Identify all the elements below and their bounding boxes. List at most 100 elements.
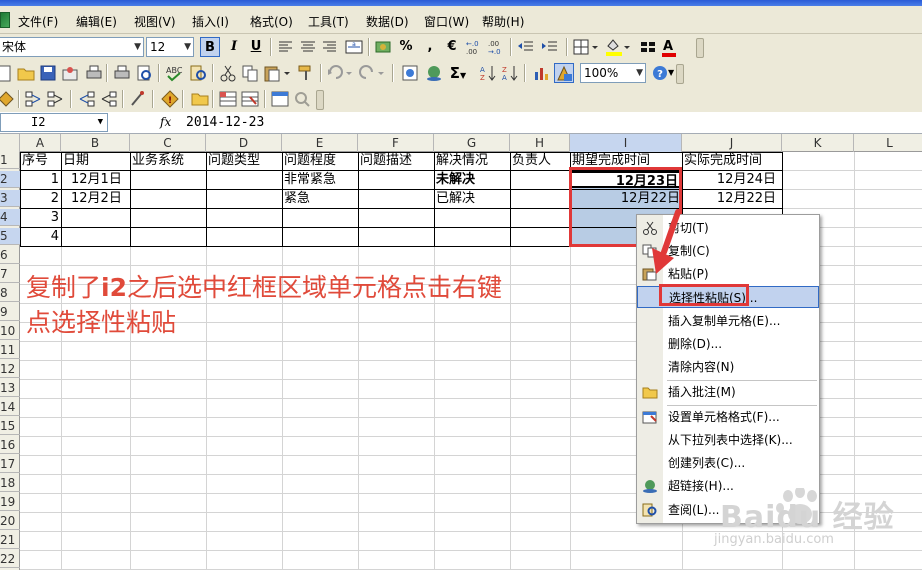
print-preview-icon[interactable] <box>134 63 154 83</box>
format-painter-icon[interactable] <box>296 63 316 83</box>
row-header[interactable]: 5 <box>0 228 20 245</box>
menu-item-pick-from-list[interactable]: 从下拉列表中选择(K)... <box>637 429 819 451</box>
toolbar-options-grip[interactable] <box>696 38 704 58</box>
align-center-icon[interactable] <box>298 37 318 57</box>
header-description[interactable]: 问题描述 <box>358 152 434 169</box>
row-header[interactable]: 7 <box>0 266 20 283</box>
row-header[interactable]: 14 <box>0 399 20 416</box>
toolbar-options-grip[interactable] <box>676 64 684 84</box>
increase-decimal-icon[interactable]: ←.0.00 <box>464 37 484 57</box>
align-left-icon[interactable] <box>276 37 296 57</box>
chevron-down-icon[interactable]: ▼ <box>98 114 103 131</box>
menu-data[interactable]: 数据(D) <box>366 13 409 30</box>
row-header[interactable]: 22 <box>0 551 20 568</box>
print-icon[interactable] <box>112 63 132 83</box>
cell-date[interactable]: 12月2日 <box>61 190 130 207</box>
column-header-h[interactable]: H <box>510 134 570 152</box>
select-all-corner[interactable] <box>0 134 20 152</box>
menu-help[interactable]: 帮助(H) <box>482 13 524 30</box>
font-color-button[interactable]: A <box>660 37 688 57</box>
decrease-decimal-icon[interactable]: .00 →.0 <box>486 37 506 57</box>
globe-icon[interactable] <box>424 63 444 83</box>
paste-icon[interactable] <box>262 63 292 83</box>
fill-color-icon[interactable] <box>604 37 632 57</box>
row-header[interactable]: 6 <box>0 247 20 264</box>
menu-window[interactable]: 窗口(W) <box>424 13 469 30</box>
row-header[interactable]: 4 <box>0 209 20 226</box>
underline-button[interactable]: U <box>246 37 266 57</box>
cell-seq[interactable]: 1 <box>20 171 61 188</box>
trace-precedents-icon[interactable] <box>24 89 44 109</box>
cell-severity[interactable]: 非常紧急 <box>282 171 358 188</box>
merge-center-icon[interactable]: a <box>344 37 364 57</box>
row-header[interactable]: 9 <box>0 304 20 321</box>
shape-icon[interactable] <box>0 89 16 109</box>
menu-format[interactable]: 格式(O) <box>250 13 293 30</box>
menu-file[interactable]: 文件(F) <box>18 13 58 30</box>
column-header-l[interactable]: L <box>854 134 922 152</box>
menu-item-format-cells[interactable]: 设置单元格格式(F)... <box>637 406 819 428</box>
cell-seq[interactable]: 3 <box>20 209 61 226</box>
grid-icon[interactable] <box>638 37 658 57</box>
cell-date[interactable]: 12月1日 <box>61 171 130 188</box>
sort-ascending-icon[interactable]: AZ <box>478 63 498 83</box>
autosum-button[interactable]: Σ▼ <box>446 63 470 83</box>
currency-icon[interactable] <box>374 37 394 57</box>
row-header[interactable]: 20 <box>0 513 20 530</box>
header-owner[interactable]: 负责人 <box>510 152 570 169</box>
permission-icon[interactable] <box>60 63 80 83</box>
header-seq[interactable]: 序号 <box>20 152 61 169</box>
toolbar-options-grip[interactable] <box>316 90 324 110</box>
row-header[interactable]: 2 <box>0 171 20 188</box>
menu-edit[interactable]: 编辑(E) <box>76 13 117 30</box>
circle-invalid-icon[interactable] <box>218 89 238 109</box>
column-header-b[interactable]: B <box>61 134 130 152</box>
sort-descending-icon[interactable]: ZA <box>500 63 520 83</box>
header-issue-type[interactable]: 问题类型 <box>206 152 282 169</box>
row-header[interactable]: 17 <box>0 456 20 473</box>
column-header-g[interactable]: G <box>434 134 510 152</box>
new-comment-icon[interactable] <box>190 89 210 109</box>
column-header-i[interactable]: I <box>570 134 682 152</box>
row-header[interactable]: 18 <box>0 475 20 492</box>
row-header[interactable]: 19 <box>0 494 20 511</box>
row-header[interactable]: 16 <box>0 437 20 454</box>
save-icon[interactable] <box>38 63 58 83</box>
watch-window-icon[interactable] <box>270 89 290 109</box>
copy-icon[interactable] <box>240 63 260 83</box>
italic-button[interactable]: I <box>224 37 244 57</box>
cut-icon[interactable] <box>218 63 238 83</box>
column-header-f[interactable]: F <box>358 134 434 152</box>
row-header[interactable]: 13 <box>0 380 20 397</box>
menu-item-insert-copied-cells[interactable]: 插入复制单元格(E)... <box>637 310 819 332</box>
percent-style-button[interactable]: % <box>396 37 416 57</box>
research-icon[interactable] <box>188 63 208 83</box>
cell-seq[interactable]: 4 <box>20 228 61 245</box>
menu-insert[interactable]: 插入(I) <box>192 13 229 30</box>
cell-status[interactable]: 已解决 <box>434 190 510 207</box>
column-header-c[interactable]: C <box>130 134 206 152</box>
cell-actual[interactable]: 12月24日 <box>682 171 782 188</box>
font-size-select[interactable]: 12 ▼ <box>146 37 194 57</box>
trace-dependents-icon[interactable] <box>76 89 96 109</box>
drawing-icon[interactable] <box>554 63 574 83</box>
insert-hyperlink-icon[interactable] <box>400 63 420 83</box>
remove-dependents-icon[interactable] <box>98 89 118 109</box>
help-icon[interactable]: ? <box>650 63 670 83</box>
error-check-icon[interactable]: ! <box>160 89 180 109</box>
menu-item-create-list[interactable]: 创建列表(C)... <box>637 452 819 474</box>
undo-icon[interactable] <box>326 63 354 83</box>
redo-icon[interactable] <box>358 63 386 83</box>
column-header-d[interactable]: D <box>206 134 282 152</box>
row-header[interactable]: 21 <box>0 532 20 549</box>
cell-status[interactable]: 未解决 <box>434 171 510 188</box>
spelling-icon[interactable]: ABC <box>164 63 184 83</box>
font-name-select[interactable]: 宋体 ▼ <box>0 37 144 57</box>
bold-button[interactable]: B <box>200 37 220 57</box>
column-header-a[interactable]: A <box>20 134 61 152</box>
new-icon[interactable] <box>0 63 14 83</box>
increase-indent-icon[interactable] <box>540 37 560 57</box>
header-severity[interactable]: 问题程度 <box>282 152 358 169</box>
row-header[interactable]: 10 <box>0 323 20 340</box>
header-date[interactable]: 日期 <box>61 152 130 169</box>
